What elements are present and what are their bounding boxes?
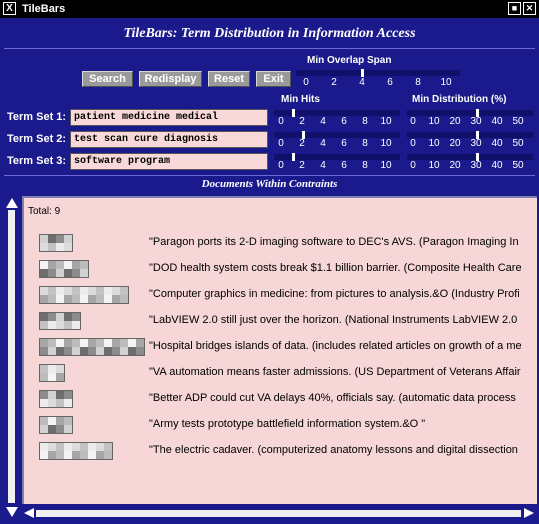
tilebar[interactable]	[39, 442, 113, 460]
document-title[interactable]: "Army tests prototype battlefield inform…	[149, 418, 539, 430]
min-distribution-tick: 50	[512, 138, 524, 149]
min-overlap-label: Min Overlap Span	[307, 55, 392, 66]
x-logo-icon[interactable]: X	[3, 2, 16, 15]
min-overlap-tick: 8	[415, 77, 421, 88]
min-distribution-tick: 40	[491, 116, 503, 127]
min-distribution-tick: 0	[410, 116, 416, 127]
min-distribution-tick: 40	[491, 160, 503, 171]
min-overlap-tick: 4	[359, 77, 365, 88]
min-overlap-ticks: 0 2 4 6 8 10	[0, 77, 539, 89]
close-icon[interactable]: ✕	[523, 2, 536, 15]
document-title[interactable]: "LabVIEW 2.0 still just over the horizon…	[149, 314, 539, 326]
window-title: TileBars	[22, 3, 66, 15]
min-distribution-tick: 50	[512, 160, 524, 171]
min-overlap-tick: 10	[440, 77, 452, 88]
document-title[interactable]: "Hospital bridges islands of data. (incl…	[149, 340, 539, 352]
min-overlap-tick: 2	[331, 77, 337, 88]
tilebar[interactable]	[39, 338, 145, 356]
vertical-scroll-track[interactable]	[8, 210, 15, 503]
document-title[interactable]: "DOD health system costs break $1.1 bill…	[149, 262, 539, 274]
horizontal-scrollbar[interactable]	[22, 506, 537, 521]
min-overlap-tick: 6	[387, 77, 393, 88]
min-overlap-slider[interactable]	[296, 70, 460, 76]
divider	[4, 48, 535, 49]
app-heading: TileBars: Term Distribution in Informati…	[123, 26, 416, 41]
min-distribution-tick: 0	[410, 138, 416, 149]
document-title[interactable]: "Computer graphics in medicine: from pic…	[149, 288, 539, 300]
min-distribution-tick: 40	[491, 138, 503, 149]
min-distribution-tick: 30	[470, 138, 482, 149]
document-title[interactable]: "The electric cadaver. (computerized ana…	[149, 444, 539, 456]
window-titlebar[interactable]: X TileBars ■ ✕	[0, 0, 539, 18]
min-overlap-slider-thumb[interactable]	[361, 69, 364, 77]
min-distribution-tick: 0	[410, 160, 416, 171]
document-title[interactable]: "VA automation means faster admissions. …	[149, 366, 539, 378]
min-distribution-tick: 30	[470, 160, 482, 171]
min-distribution-ticks: 0 10 20 30 40 50	[0, 138, 539, 150]
min-distribution-tick: 20	[449, 160, 461, 171]
tilebar[interactable]	[39, 364, 65, 382]
tilebar[interactable]	[39, 312, 81, 330]
scroll-down-icon[interactable]	[6, 507, 18, 517]
tilebar[interactable]	[39, 260, 89, 278]
scroll-left-icon[interactable]	[24, 508, 34, 518]
scroll-up-icon[interactable]	[6, 198, 18, 208]
min-overlap-tick: 0	[303, 77, 309, 88]
tilebar[interactable]	[39, 416, 73, 434]
min-distribution-tick: 50	[512, 116, 524, 127]
min-distribution-ticks: 0 10 20 30 40 50	[0, 116, 539, 128]
iconify-icon[interactable]: ■	[508, 2, 521, 15]
tilebar[interactable]	[39, 234, 73, 252]
divider	[4, 175, 535, 176]
scroll-right-icon[interactable]	[524, 508, 534, 518]
documents-panel[interactable]: Total: 9 "Paragon ports its 2-D imaging …	[22, 196, 537, 504]
min-distribution-label: Min Distribution (%)	[412, 94, 507, 105]
documents-header: Documents Within Contraints	[201, 178, 338, 190]
document-title[interactable]: "Paragon ports its 2-D imaging software …	[149, 236, 539, 248]
vertical-scrollbar[interactable]	[3, 196, 20, 521]
horizontal-scroll-track[interactable]	[36, 510, 521, 517]
total-count: Total: 9	[28, 206, 61, 217]
min-hits-label: Min Hits	[281, 94, 320, 105]
tilebar[interactable]	[39, 390, 73, 408]
min-distribution-tick: 10	[428, 160, 440, 171]
min-distribution-tick: 30	[470, 116, 482, 127]
min-distribution-tick: 10	[428, 116, 440, 127]
min-distribution-tick: 10	[428, 138, 440, 149]
min-distribution-tick: 20	[449, 116, 461, 127]
min-distribution-tick: 20	[449, 138, 461, 149]
tilebar[interactable]	[39, 286, 129, 304]
document-title[interactable]: "Better ADP could cut VA delays 40%, off…	[149, 392, 539, 404]
min-distribution-ticks: 0 10 20 30 40 50	[0, 160, 539, 172]
